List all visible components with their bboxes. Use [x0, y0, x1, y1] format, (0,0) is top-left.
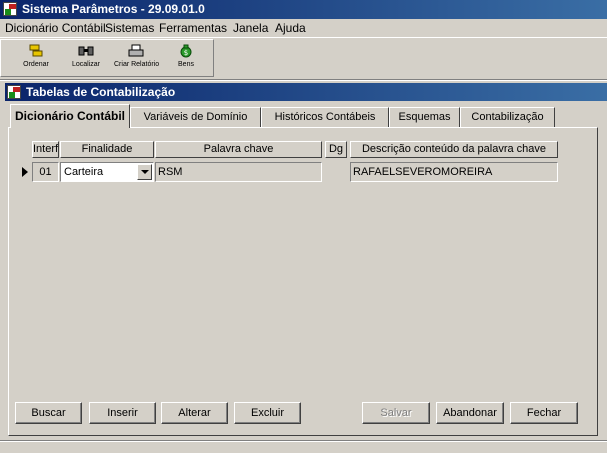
- menu-ferramentas[interactable]: Ferramentas: [159, 21, 227, 35]
- inserir-button[interactable]: Inserir: [89, 402, 156, 424]
- ordenar-button[interactable]: Ordenar: [16, 42, 56, 76]
- app-icon: [3, 2, 17, 16]
- cell-palavra-chave[interactable]: RSM: [155, 162, 322, 182]
- toolbar: Ordenar Localizar Criar Relatório $ Bens: [0, 39, 214, 77]
- excluir-button[interactable]: Excluir: [234, 402, 301, 424]
- localizar-button[interactable]: Localizar: [66, 42, 106, 76]
- fechar-button[interactable]: Fechar: [510, 402, 578, 424]
- cell-descricao[interactable]: RAFAELSEVEROMOREIRA: [350, 162, 558, 182]
- child-window-title: Tabelas de Contabilização: [26, 85, 176, 99]
- alterar-button[interactable]: Alterar: [161, 402, 228, 424]
- svg-text:$: $: [184, 49, 188, 57]
- header-dg[interactable]: Dg: [325, 141, 347, 158]
- child-window-icon: [7, 85, 21, 99]
- toolbar-separator: [0, 79, 607, 81]
- header-finalidade[interactable]: Finalidade: [60, 141, 154, 158]
- criar-relatorio-button[interactable]: Criar Relatório: [114, 42, 160, 76]
- localizar-label: Localizar: [71, 61, 100, 68]
- menu-ajuda[interactable]: Ajuda: [275, 21, 306, 35]
- status-separator: [0, 440, 607, 442]
- ordenar-label: Ordenar: [23, 61, 49, 68]
- salvar-button[interactable]: Salvar: [362, 402, 430, 424]
- menu-sistemas[interactable]: Sistemas: [105, 21, 154, 35]
- sort-icon: [28, 44, 44, 58]
- buscar-button[interactable]: Buscar: [15, 402, 82, 424]
- chevron-down-icon[interactable]: [137, 164, 152, 180]
- printer-icon: [128, 44, 144, 58]
- cell-finalidade-select[interactable]: Carteira: [60, 162, 154, 182]
- tab-historicos-contabeis[interactable]: Históricos Contábeis: [261, 107, 389, 127]
- row-indicator-icon: [22, 167, 28, 177]
- finalidade-value: Carteira: [64, 166, 104, 178]
- tab-variaveis-dominio[interactable]: Variáveis de Domínio: [130, 107, 261, 127]
- tab-contabilizacao[interactable]: Contabilização: [460, 107, 555, 127]
- menu-bar: Dicionário Contábil Sistemas Ferramentas…: [0, 19, 607, 38]
- abandonar-button[interactable]: Abandonar: [436, 402, 504, 424]
- app-title: Sistema Parâmetros - 29.09.01.0: [22, 2, 205, 16]
- criar-relatorio-label: Criar Relatório: [114, 61, 160, 68]
- menu-dicionario-contabil[interactable]: Dicionário Contábil: [5, 21, 106, 35]
- tab-dicionario-contabil[interactable]: Dicionário Contábil: [10, 104, 130, 128]
- cell-interface[interactable]: 01: [32, 162, 59, 182]
- header-descricao[interactable]: Descrição conteúdo da palavra chave: [350, 141, 558, 158]
- binoculars-icon: [78, 44, 94, 58]
- tab-esquemas[interactable]: Esquemas: [389, 107, 460, 127]
- bens-label: Bens: [178, 61, 194, 68]
- app-title-bar[interactable]: Sistema Parâmetros - 29.09.01.0: [0, 0, 607, 19]
- child-window-title-bar[interactable]: Tabelas de Contabilização: [5, 83, 607, 101]
- bens-button[interactable]: $ Bens: [166, 42, 206, 76]
- header-palavra-chave[interactable]: Palavra chave: [155, 141, 322, 158]
- header-interface[interactable]: Interf: [32, 141, 59, 158]
- menu-janela[interactable]: Janela: [233, 21, 268, 35]
- money-bag-icon: $: [178, 44, 194, 58]
